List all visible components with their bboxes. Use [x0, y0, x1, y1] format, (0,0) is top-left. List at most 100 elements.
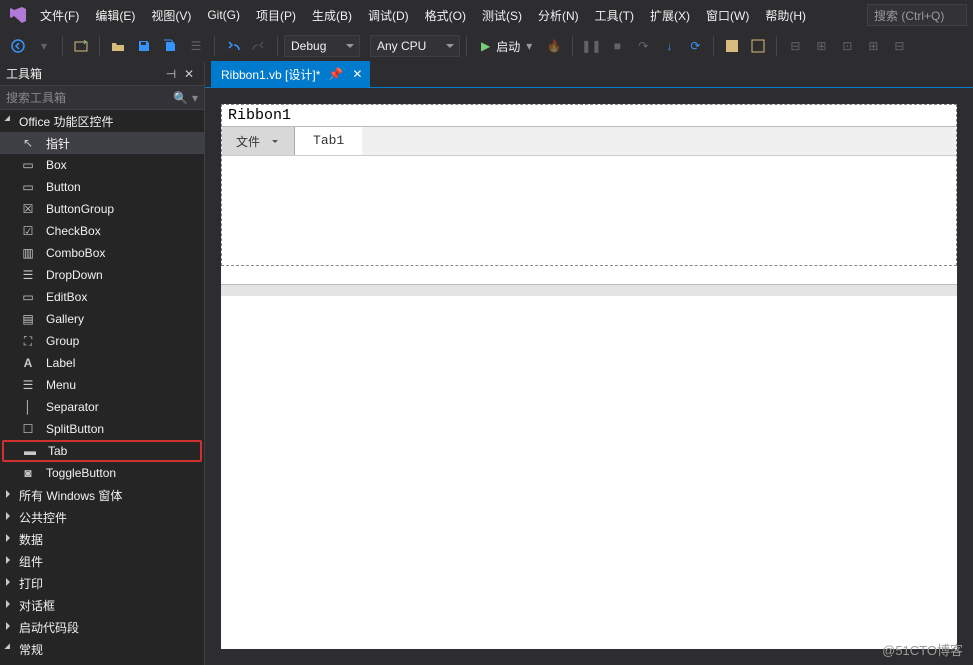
menu-test[interactable]: 测试(S) — [476, 3, 528, 28]
toolbox-item-button[interactable]: ▭ Button — [0, 176, 204, 198]
group-label: Office 功能区控件 — [19, 113, 113, 130]
toolbox-item-group[interactable]: ⛶ Group — [0, 330, 204, 352]
redo-button[interactable] — [247, 34, 271, 58]
align-4-icon[interactable]: ⊞ — [861, 34, 885, 58]
dbg-stop-icon[interactable]: ■ — [605, 34, 629, 58]
start-label: 启动 — [496, 38, 520, 55]
align-3-icon[interactable]: ⊡ — [835, 34, 859, 58]
align-5-icon[interactable]: ⊟ — [887, 34, 911, 58]
watermark: @51CTO博客 — [882, 640, 963, 659]
dbg-step-out-icon[interactable]: ⟳ — [683, 34, 707, 58]
menu-analyze[interactable]: 分析(N) — [532, 3, 585, 28]
toolbar-extra-1[interactable]: ☰ — [184, 34, 208, 58]
save-button[interactable] — [132, 34, 156, 58]
expand-arrow-icon — [4, 115, 16, 127]
play-icon: ▶ — [481, 39, 490, 53]
toolbox-group-dialogs[interactable]: 对话框 — [0, 594, 204, 616]
buttongroup-icon: ☒ — [20, 201, 36, 217]
group-label: 常规 — [19, 641, 43, 658]
menu-tools[interactable]: 工具(T) — [589, 3, 640, 28]
toolbox-item-label[interactable]: A Label — [0, 352, 204, 374]
ribbon-designer-surface[interactable]: Ribbon1 文件 Tab1 — [221, 104, 957, 649]
toolbox-group-windows-forms[interactable]: 所有 Windows 窗体 — [0, 484, 204, 506]
menu-build[interactable]: 生成(B) — [306, 3, 358, 28]
menu-icon: ☰ — [20, 377, 36, 393]
collapse-arrow-icon — [4, 489, 16, 501]
toolbox-group-printing[interactable]: 打印 — [0, 572, 204, 594]
nav-forward-button[interactable]: ▾ — [32, 34, 56, 58]
toolbox-group-components[interactable]: 组件 — [0, 550, 204, 572]
item-label: DropDown — [46, 268, 103, 282]
menu-extensions[interactable]: 扩展(X) — [644, 3, 696, 28]
ribbon-file-tab[interactable]: 文件 — [222, 127, 295, 155]
toolbox-item-editbox[interactable]: ▭ EditBox — [0, 286, 204, 308]
platform-combo[interactable]: Any CPU — [370, 35, 460, 57]
pin-icon[interactable]: ⊣ — [162, 67, 180, 81]
toolbar-separator — [776, 36, 777, 56]
ribbon-body-area[interactable] — [222, 155, 956, 265]
toolbox-group-common[interactable]: 公共控件 — [0, 506, 204, 528]
new-project-button[interactable] — [69, 34, 93, 58]
toolbar-layout-2[interactable] — [746, 34, 770, 58]
menu-help[interactable]: 帮助(H) — [759, 3, 812, 28]
item-label: EditBox — [46, 290, 87, 304]
menu-view[interactable]: 视图(V) — [145, 3, 197, 28]
item-label: Group — [46, 334, 79, 348]
group-label: 启动代码段 — [19, 619, 79, 636]
align-2-icon[interactable]: ⊞ — [809, 34, 833, 58]
item-label: Tab — [48, 444, 67, 458]
dbg-step-into-icon[interactable]: ↓ — [657, 34, 681, 58]
dbg-step-over-icon[interactable]: ↷ — [631, 34, 655, 58]
toolbox-item-dropdown[interactable]: ☰ DropDown — [0, 264, 204, 286]
toolbox-item-checkbox[interactable]: ☑ CheckBox — [0, 220, 204, 242]
toolbox-group-general[interactable]: 常规 — [0, 638, 204, 660]
document-tab-ribbon-designer[interactable]: Ribbon1.vb [设计]* 📌 ✕ — [211, 61, 370, 87]
toolbar-layout-1[interactable] — [720, 34, 744, 58]
collapse-arrow-icon — [4, 599, 16, 611]
menu-window[interactable]: 窗口(W) — [700, 3, 755, 28]
ribbon-tab-tab1[interactable]: Tab1 — [295, 127, 362, 155]
hot-reload-button[interactable]: 🔥 — [542, 34, 566, 58]
toolbox-item-gallery[interactable]: ▤ Gallery — [0, 308, 204, 330]
toolbox-item-pointer[interactable]: ↖ 指针 — [0, 132, 204, 154]
toolbox-item-tab[interactable]: ▬ Tab — [2, 440, 202, 462]
dbg-pause-icon[interactable]: ❚❚ — [579, 34, 603, 58]
close-icon[interactable]: ✕ — [180, 67, 198, 81]
menu-project[interactable]: 项目(P) — [250, 3, 302, 28]
global-search-input[interactable]: 搜索 (Ctrl+Q) — [867, 4, 967, 26]
item-label: 指针 — [46, 135, 70, 152]
menu-file[interactable]: 文件(F) — [34, 3, 85, 28]
toolbox-item-buttongroup[interactable]: ☒ ButtonGroup — [0, 198, 204, 220]
configuration-combo[interactable]: Debug — [284, 35, 360, 57]
save-all-button[interactable] — [158, 34, 182, 58]
toolbox-item-togglebutton[interactable]: ◙ ToggleButton — [0, 462, 204, 484]
toolbox-item-splitbutton[interactable]: ☐ SplitButton — [0, 418, 204, 440]
pin-icon[interactable]: 📌 — [328, 67, 342, 81]
collapse-arrow-icon — [4, 621, 16, 633]
start-debug-button[interactable]: ▶ 启动 ▾ — [473, 34, 540, 58]
toolbox-search-input[interactable]: 搜索工具箱 🔍 ▾ — [0, 86, 204, 110]
toolbox-group-office[interactable]: Office 功能区控件 — [0, 110, 204, 132]
combobox-icon: ▥ — [20, 245, 36, 261]
toolbox-group-data[interactable]: 数据 — [0, 528, 204, 550]
toolbox-item-menu[interactable]: ☰ Menu — [0, 374, 204, 396]
menu-git[interactable]: Git(G) — [201, 4, 246, 26]
open-file-button[interactable] — [106, 34, 130, 58]
nav-back-button[interactable] — [6, 34, 30, 58]
menu-format[interactable]: 格式(O) — [419, 3, 472, 28]
toolbox-item-separator[interactable]: │ Separator — [0, 396, 204, 418]
align-1-icon[interactable]: ⊟ — [783, 34, 807, 58]
togglebutton-icon: ◙ — [20, 465, 36, 481]
gallery-icon: ▤ — [20, 311, 36, 327]
toolbox-item-box[interactable]: ▭ Box — [0, 154, 204, 176]
undo-button[interactable] — [221, 34, 245, 58]
toolbox-item-combobox[interactable]: ▥ ComboBox — [0, 242, 204, 264]
menu-debug[interactable]: 调试(D) — [362, 3, 415, 28]
ribbon-canvas-title: Ribbon1 — [222, 105, 956, 127]
toolbox-group-startup[interactable]: 启动代码段 — [0, 616, 204, 638]
item-label: Label — [46, 356, 75, 370]
menu-edit[interactable]: 编辑(E) — [89, 3, 141, 28]
close-icon[interactable]: ✕ — [350, 67, 364, 81]
toolbox-panel: 工具箱 ⊣ ✕ 搜索工具箱 🔍 ▾ Office 功能区控件 ↖ 指针 ▭ Bo… — [0, 62, 205, 665]
ribbon-canvas[interactable]: Ribbon1 文件 Tab1 — [221, 104, 957, 266]
